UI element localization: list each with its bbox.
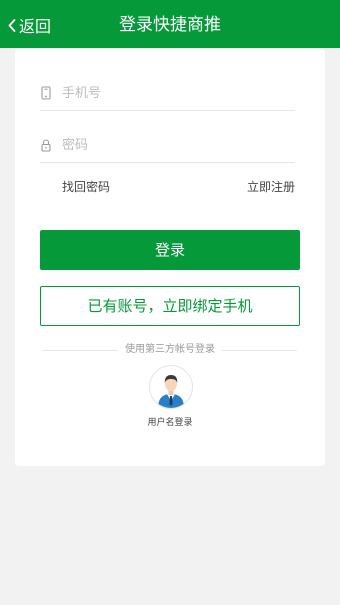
bind-phone-button[interactable]: 已有账号，立即绑定手机	[40, 286, 300, 326]
user-avatar-icon	[158, 375, 184, 408]
forgot-password-link[interactable]: 找回密码	[62, 178, 110, 195]
divider-line-right	[222, 350, 297, 351]
phone-input[interactable]	[62, 78, 292, 108]
login-button[interactable]: 登录	[40, 230, 300, 270]
login-card: 找回密码 立即注册 登录 已有账号，立即绑定手机 使用第三方帐号登录 用户名登录	[15, 49, 325, 466]
password-input[interactable]	[62, 130, 292, 160]
password-field	[40, 130, 295, 163]
third-party-divider: 使用第三方帐号登录	[43, 342, 297, 358]
phone-icon	[41, 86, 51, 100]
lock-icon	[41, 139, 51, 152]
register-link[interactable]: 立即注册	[247, 178, 295, 195]
username-login-label: 用户名登录	[147, 418, 193, 428]
page-title: 登录快捷商推	[119, 15, 221, 35]
username-login-button[interactable]	[149, 365, 193, 409]
app-header: 返回 登录快捷商推	[0, 0, 340, 48]
phone-field	[40, 78, 295, 111]
